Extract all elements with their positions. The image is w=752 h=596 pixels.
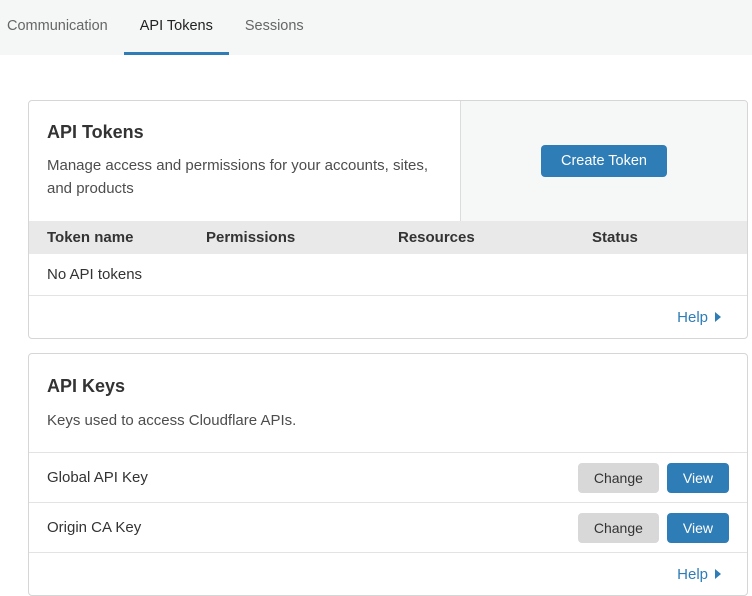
api-tokens-title: API Tokens xyxy=(47,122,442,143)
key-row-actions: Change View xyxy=(578,463,729,493)
column-header-status: Status xyxy=(592,229,729,246)
key-row-origin-ca-key: Origin CA Key Change View xyxy=(29,503,747,553)
api-tokens-header-text: API Tokens Manage access and permissions… xyxy=(29,101,461,221)
api-tokens-action-panel: Create Token xyxy=(461,101,747,221)
api-tokens-help-link[interactable]: Help xyxy=(677,309,721,326)
help-arrow-icon xyxy=(715,569,721,579)
api-tokens-card-footer: Help xyxy=(29,296,747,338)
column-header-permissions: Permissions xyxy=(206,229,398,246)
api-keys-card-header: API Keys Keys used to access Cloudflare … xyxy=(29,354,747,453)
help-arrow-icon xyxy=(715,312,721,322)
api-tokens-card: API Tokens Manage access and permissions… xyxy=(28,100,748,339)
key-row-actions: Change View xyxy=(578,513,729,543)
tab-api-tokens[interactable]: API Tokens xyxy=(124,0,229,55)
tokens-table-header-row: Token name Permissions Resources Status xyxy=(29,221,747,254)
help-link-label: Help xyxy=(677,566,708,583)
api-keys-help-link[interactable]: Help xyxy=(677,566,721,583)
api-tokens-description: Manage access and permissions for your a… xyxy=(47,154,442,201)
settings-tab-bar: Communication API Tokens Sessions xyxy=(0,0,752,55)
api-keys-card: API Keys Keys used to access Cloudflare … xyxy=(28,353,748,596)
api-keys-card-footer: Help xyxy=(29,553,747,595)
help-link-label: Help xyxy=(677,309,708,326)
create-token-button[interactable]: Create Token xyxy=(541,145,667,177)
api-tokens-card-header: API Tokens Manage access and permissions… xyxy=(29,101,747,221)
tab-communication[interactable]: Communication xyxy=(0,0,124,55)
view-global-api-key-button[interactable]: View xyxy=(667,463,729,493)
api-keys-description: Keys used to access Cloudflare APIs. xyxy=(47,409,443,432)
key-name-label: Global API Key xyxy=(47,469,148,486)
tokens-empty-state-row: No API tokens xyxy=(29,254,747,296)
column-header-resources: Resources xyxy=(398,229,592,246)
change-origin-ca-key-button[interactable]: Change xyxy=(578,513,659,543)
view-origin-ca-key-button[interactable]: View xyxy=(667,513,729,543)
key-name-label: Origin CA Key xyxy=(47,519,141,536)
key-row-global-api-key: Global API Key Change View xyxy=(29,453,747,503)
tokens-empty-message: No API tokens xyxy=(47,266,142,283)
tab-sessions[interactable]: Sessions xyxy=(229,0,320,55)
column-header-token-name: Token name xyxy=(47,229,206,246)
api-keys-title: API Keys xyxy=(47,376,729,397)
change-global-api-key-button[interactable]: Change xyxy=(578,463,659,493)
